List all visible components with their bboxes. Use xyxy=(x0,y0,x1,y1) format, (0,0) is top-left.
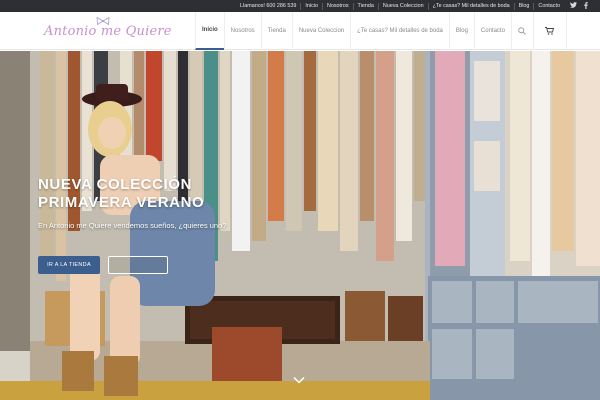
secondary-hero-button[interactable] xyxy=(108,256,168,274)
hero-subtitle: En Antonio me Quiere vendemos sueños, ¿q… xyxy=(38,221,227,230)
topbar-link-nosotros[interactable]: Nosotros xyxy=(321,2,353,10)
hero-banner: NUEVA COLECCIÓN PRIMAVERA VERANO En Anto… xyxy=(0,51,600,400)
nav-item-inicio[interactable]: Inicio xyxy=(195,12,224,50)
nav-item-contacto[interactable]: Contacto xyxy=(473,12,511,50)
topbar-link-nueva-coleccion[interactable]: Nueva Coleccion xyxy=(377,2,428,10)
nav-item-nueva-coleccion[interactable]: Nueva Coleccion xyxy=(291,12,350,50)
nav-item-blog[interactable]: Blog xyxy=(448,12,474,50)
nav-item-tienda[interactable]: Tienda xyxy=(260,12,292,50)
cart-icon[interactable] xyxy=(532,12,567,50)
topbar-link-contacto[interactable]: Contacto xyxy=(533,2,564,10)
bow-icon xyxy=(96,16,110,27)
topbar-link-boda[interactable]: ¿Te casas? Mil detalles de boda xyxy=(427,2,514,10)
topbar-phone-link[interactable]: Llamanos! 600 286 539 xyxy=(236,3,300,10)
twitter-icon[interactable] xyxy=(570,2,577,10)
main-nav: Inicio Nosotros Tienda Nueva Coleccion ¿… xyxy=(195,12,567,50)
chevron-down-icon[interactable] xyxy=(293,376,307,390)
topbar-links: Llamanos! 600 286 539 Inicio Nosotros Ti… xyxy=(236,0,588,12)
topbar-link-tienda[interactable]: Tienda xyxy=(352,2,378,10)
top-utility-bar: Llamanos! 600 286 539 Inicio Nosotros Ti… xyxy=(0,0,600,12)
topbar-link-inicio[interactable]: Inicio xyxy=(300,2,322,10)
nav-item-nosotros[interactable]: Nosotros xyxy=(223,12,261,50)
hero-title-line1: NUEVA COLECCIÓN xyxy=(38,176,193,193)
site-header: Antonio me Quiere Inicio Nosotros Tienda… xyxy=(0,12,600,50)
topbar-link-blog[interactable]: Blog xyxy=(513,2,534,10)
search-icon[interactable] xyxy=(510,12,533,50)
nav-item-boda[interactable]: ¿Te casas? Mil detalles de boda xyxy=(350,12,449,50)
facebook-icon[interactable] xyxy=(584,1,588,11)
hero-title: NUEVA COLECCIÓN PRIMAVERA VERANO xyxy=(38,176,238,212)
hero-title-line2: PRIMAVERA VERANO xyxy=(38,194,205,211)
shop-button[interactable]: IR A LA TIENDA xyxy=(38,256,100,274)
social-icons xyxy=(570,1,588,11)
